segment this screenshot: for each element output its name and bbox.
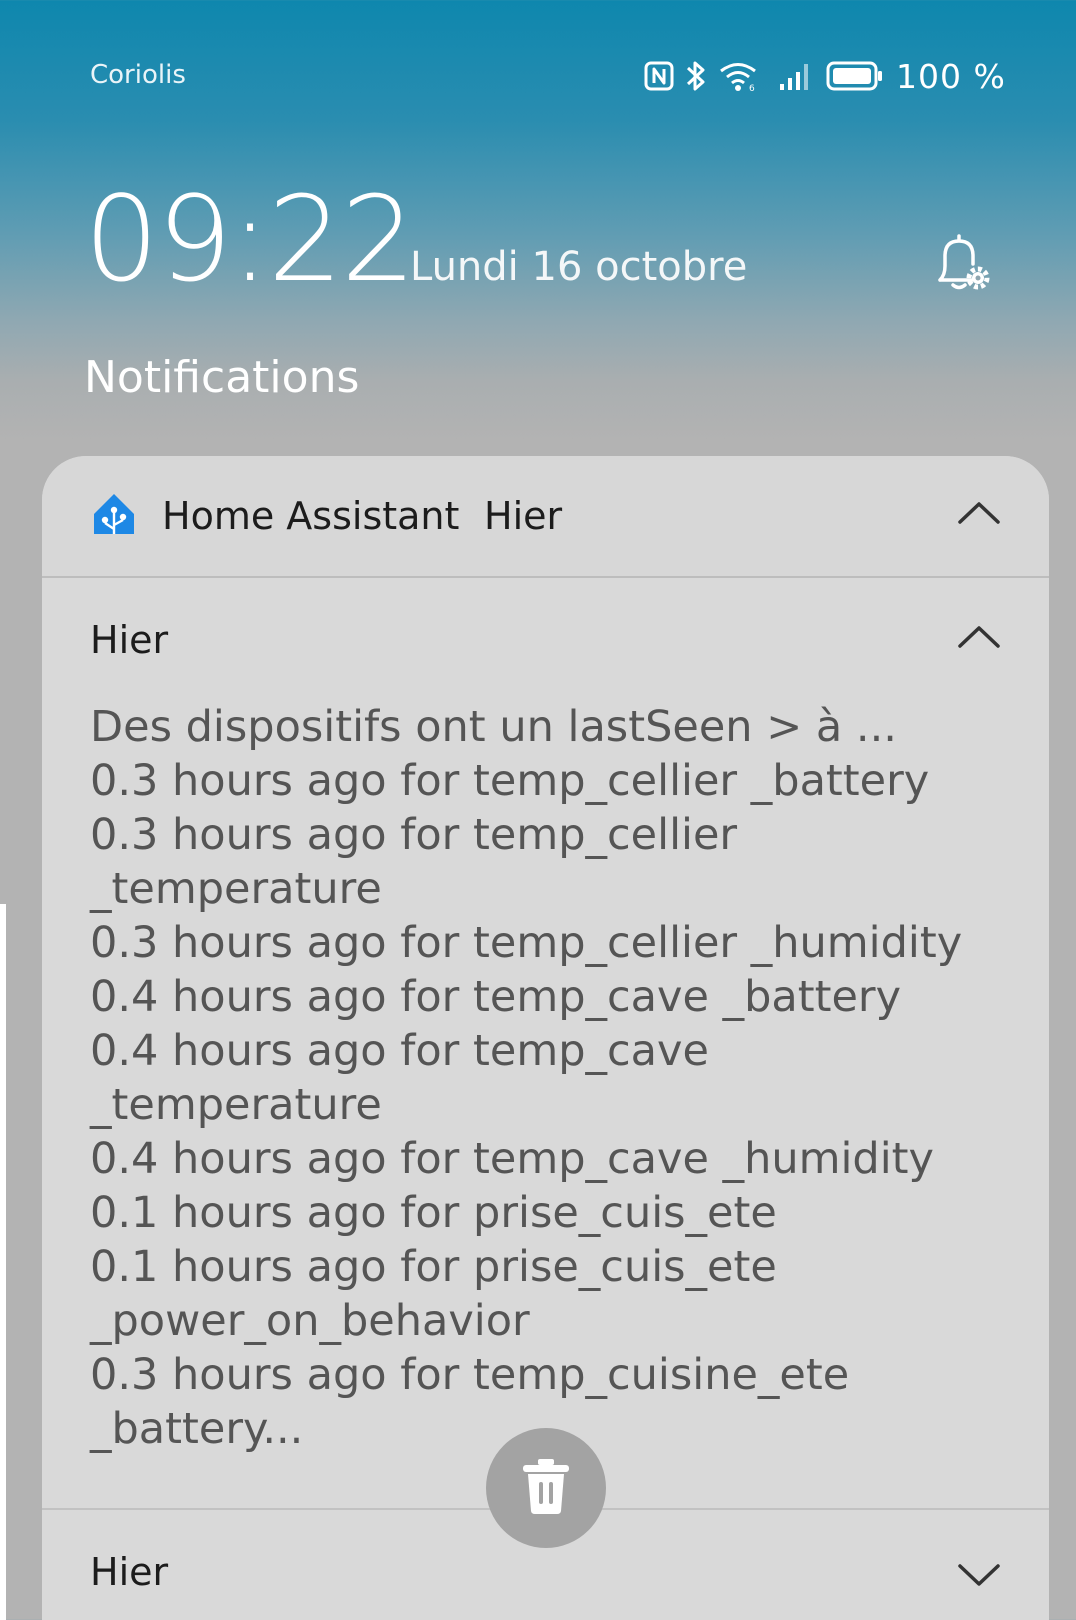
bluetooth-icon xyxy=(684,59,708,93)
notification-settings-icon[interactable] xyxy=(926,228,996,298)
signal-icon xyxy=(778,60,814,92)
notification-group-header[interactable]: Home Assistant Hier xyxy=(42,456,1049,578)
battery-percentage: 100 % xyxy=(896,56,1006,96)
notification-title: Hier xyxy=(90,1550,169,1594)
status-bar: Coriolis 6 100 % xyxy=(0,0,1076,150)
app-name: Home Assistant xyxy=(162,494,460,538)
notifications-heading: Notifications xyxy=(84,352,360,403)
clock: 09:22 xyxy=(84,170,416,308)
notification-title: Hier xyxy=(90,618,169,662)
group-time: Hier xyxy=(484,494,563,538)
date: Lundi 16 octobre xyxy=(410,244,748,290)
trash-icon xyxy=(519,1456,573,1520)
delete-notification-button[interactable] xyxy=(486,1428,606,1548)
expand-notification-chevron-down-icon[interactable] xyxy=(956,1560,1002,1590)
screen-edge-strip xyxy=(0,904,6,1620)
home-assistant-icon xyxy=(92,492,136,536)
svg-text:6: 6 xyxy=(749,84,755,92)
collapse-notification-chevron-up-icon[interactable] xyxy=(956,622,1002,652)
carrier-name: Coriolis xyxy=(90,60,186,90)
battery-icon xyxy=(826,60,884,92)
nfc-icon xyxy=(644,61,674,91)
notification-body: Des dispositifs ont un lastSeen > à ... … xyxy=(90,702,963,1454)
collapse-group-chevron-up-icon[interactable] xyxy=(956,498,1002,528)
wifi-icon: 6 xyxy=(718,60,758,92)
notification-item[interactable]: Hier Des dispositifs ont un lastSeen > à… xyxy=(42,578,1049,1508)
status-icons: 6 100 % xyxy=(644,56,1006,96)
